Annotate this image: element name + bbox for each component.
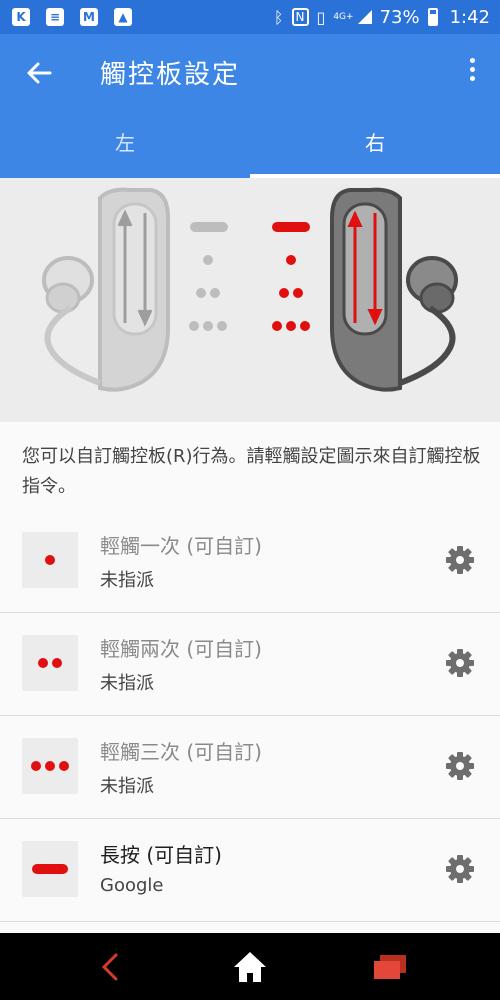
item-title: 長按 (可自訂) — [100, 843, 222, 867]
item-title: 輕觸一次 (可自訂) — [100, 534, 262, 558]
item-subtitle: 未指派 — [100, 673, 154, 694]
status-right: ᛒ N ▯ 4G+ 73% 1:42 — [266, 5, 490, 29]
app-bar: 觸控板設定 — [0, 34, 500, 112]
tab-bar: 左 右 — [0, 112, 500, 178]
tab-left[interactable]: 左 — [0, 112, 250, 178]
description-text: 您可以自訂觸控板(R)行為。請輕觸設定圖示來自訂觸控板指令。 — [22, 446, 481, 497]
item-subtitle: Google — [100, 875, 164, 896]
gesture-list: 輕觸一次 (可自訂) 未指派 輕觸兩次 (可自訂) 未指派 輕觸三次 (可自訂)… — [0, 510, 500, 922]
gear-icon[interactable] — [444, 853, 476, 885]
list-item[interactable]: 輕觸兩次 (可自訂) 未指派 — [0, 613, 500, 716]
gear-icon[interactable] — [444, 750, 476, 782]
overflow-menu-icon[interactable] — [466, 58, 478, 88]
news-icon: ≡ — [46, 8, 64, 26]
list-item[interactable]: 輕觸一次 (可自訂) 未指派 — [0, 510, 500, 613]
nav-recents-icon[interactable] — [370, 949, 410, 985]
item-subtitle: 未指派 — [100, 570, 154, 591]
right-gesture-indicators — [272, 222, 310, 331]
list-item[interactable]: 長按 (可自訂) Google — [0, 819, 500, 922]
left-gesture-indicators — [189, 222, 228, 331]
bluetooth-icon: ᛒ — [273, 7, 284, 27]
tab-right[interactable]: 右 — [250, 112, 500, 178]
vibrate-icon: ▯ — [316, 7, 326, 27]
single-tap-icon — [22, 532, 78, 588]
clock: 1:42 — [449, 6, 490, 28]
image-icon: ▲ — [114, 8, 132, 26]
navigation-bar — [0, 933, 500, 1000]
item-title: 輕觸三次 (可自訂) — [100, 740, 262, 764]
gear-icon[interactable] — [444, 647, 476, 679]
right-earbud-icon — [330, 187, 458, 392]
battery-percent: 73% — [379, 6, 420, 28]
signal-4g-icon: 4G+ — [333, 11, 354, 22]
triple-tap-icon — [22, 738, 78, 794]
k-app-icon: K — [12, 8, 30, 26]
page-title: 觸控板設定 — [100, 60, 241, 90]
list-item[interactable]: 輕觸三次 (可自訂) 未指派 — [0, 716, 500, 819]
double-tap-icon — [22, 635, 78, 691]
item-title: 輕觸兩次 (可自訂) — [100, 637, 262, 661]
status-bar: K ≡ M ▲ ᛒ N ▯ 4G+ 73% 1:42 — [0, 0, 500, 34]
back-arrow-icon[interactable] — [24, 58, 54, 88]
nfc-icon: N — [291, 8, 309, 26]
gear-icon[interactable] — [444, 544, 476, 576]
left-earbud-icon — [42, 187, 170, 392]
battery-icon — [427, 8, 438, 26]
nav-back-icon[interactable] — [90, 949, 130, 985]
cell-signal-icon — [357, 10, 372, 24]
earbuds-illustration — [42, 187, 458, 392]
long-press-icon — [22, 841, 78, 897]
gmail-icon: M — [80, 8, 98, 26]
item-subtitle: 未指派 — [100, 776, 154, 797]
touchpad-illustration — [0, 178, 500, 422]
nav-home-icon[interactable] — [230, 949, 270, 985]
